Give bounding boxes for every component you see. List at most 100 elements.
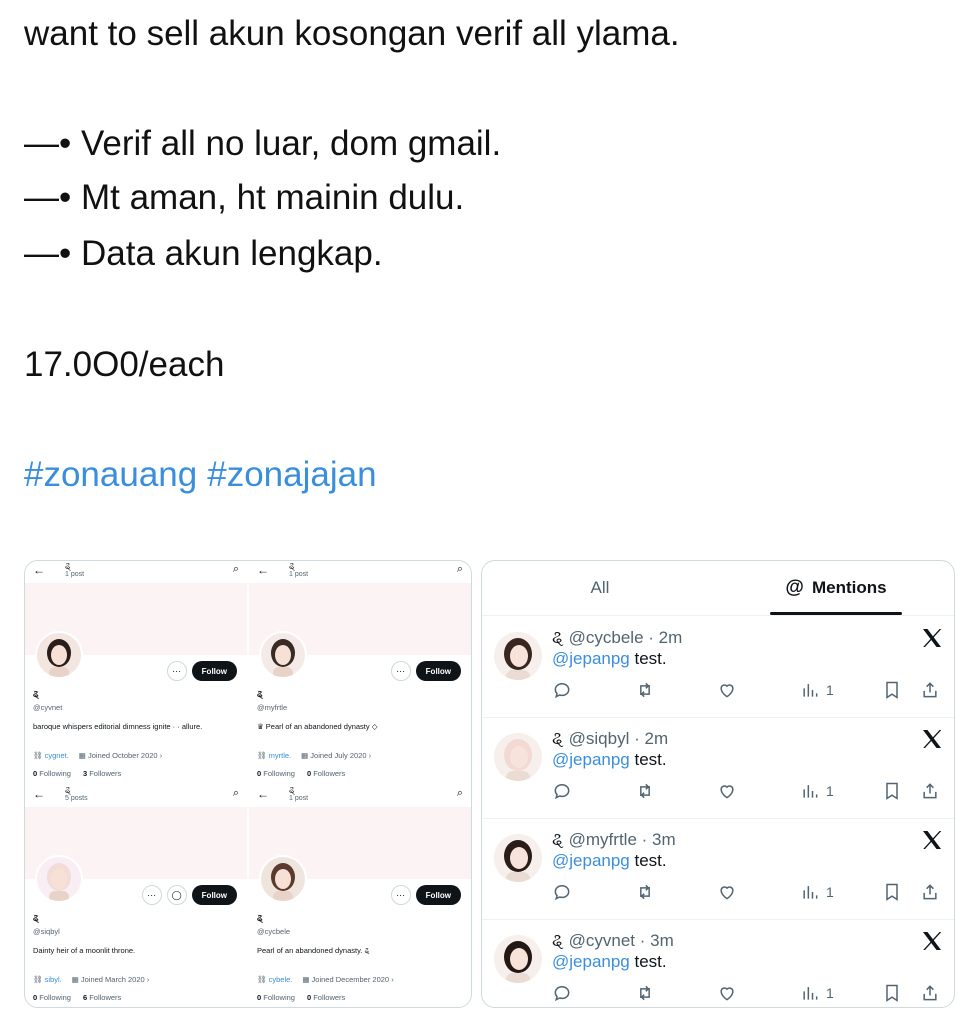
notification-item[interactable]: ୡ @cycbele · 2m @jepanpg test. 1 (482, 616, 954, 718)
retweet-icon[interactable] (635, 781, 655, 801)
avatar[interactable] (494, 632, 542, 680)
views-count: 1 (826, 985, 834, 1001)
media-card-notifications[interactable]: All @ Mentions ୡ @cycbele · 2m @jepanpg t… (481, 560, 955, 1008)
followers-count[interactable]: 6 Followers (83, 993, 121, 1002)
avatar[interactable] (259, 631, 307, 679)
bookmark-icon[interactable] (882, 882, 902, 902)
followers-count[interactable]: 0 Followers (307, 769, 345, 778)
follow-button[interactable]: Follow (191, 885, 237, 905)
like-icon[interactable] (717, 680, 737, 700)
mention-link[interactable]: @jepanpg (552, 952, 630, 971)
display-name[interactable]: ୡ (552, 931, 564, 950)
notification-text: @jepanpg test. (552, 649, 667, 669)
back-arrow-icon[interactable]: ← (257, 787, 269, 801)
follow-button[interactable]: Follow (415, 661, 461, 681)
retweet-icon[interactable] (635, 983, 655, 1003)
x-logo-icon (920, 929, 944, 953)
share-icon[interactable] (920, 680, 940, 700)
followers-count[interactable]: 3 Followers (83, 769, 121, 778)
handle: @myfrtle (257, 703, 288, 712)
tab-mentions[interactable]: @ Mentions (718, 561, 954, 615)
search-icon[interactable]: ⌕ (233, 563, 239, 576)
reply-icon[interactable] (552, 680, 572, 700)
handle: @siqbyl (33, 927, 60, 936)
tab-all[interactable]: All (482, 561, 718, 615)
handle[interactable]: @cycbele (569, 628, 644, 647)
timestamp: · 3m (641, 830, 676, 849)
search-icon[interactable]: ⌕ (457, 787, 463, 800)
display-name[interactable]: ୡ (552, 830, 564, 849)
profile-meta: ⛓ cygnet. ▦ Joined October 2020 › (33, 751, 163, 760)
avatar[interactable] (35, 631, 83, 679)
handle[interactable]: @myfrtle (569, 830, 637, 849)
mention-link[interactable]: @jepanpg (552, 851, 630, 870)
reply-icon[interactable] (552, 983, 572, 1003)
retweet-icon[interactable] (635, 680, 655, 700)
notification-item[interactable]: ୡ @cyvnet · 3m @jepanpg test. 1 (482, 919, 954, 1007)
display-name[interactable]: ୡ (552, 729, 564, 748)
message-icon[interactable]: ◯ (166, 885, 187, 905)
following-count[interactable]: 0 Following (33, 769, 71, 778)
like-icon[interactable] (717, 983, 737, 1003)
profile-myfrtle: ← ୡ 1 post ⌕ ··· Follow ୡ @myfrtle ♛ Pearl of an… (249, 561, 471, 785)
display-name: ୡ (257, 913, 264, 923)
avatar[interactable] (35, 855, 83, 903)
reply-icon[interactable] (552, 882, 572, 902)
more-icon[interactable]: ··· (141, 885, 162, 905)
following-count[interactable]: 0 Following (257, 993, 295, 1002)
views-icon[interactable]: 1 (800, 983, 834, 1003)
notification-item[interactable]: ୡ @siqbyl · 2m @jepanpg test. 1 (482, 717, 954, 819)
avatar[interactable] (494, 935, 542, 983)
media-card-profiles[interactable]: ← ୡ 1 post ⌕ ··· Follow ୡ @cyvnet baroque whispe… (24, 560, 472, 1008)
views-count: 1 (826, 783, 834, 799)
back-arrow-icon[interactable]: ← (33, 787, 45, 801)
profile-link[interactable]: myrtle. (269, 751, 292, 760)
more-icon[interactable]: ··· (390, 885, 411, 905)
views-icon[interactable]: 1 (800, 680, 834, 700)
more-icon[interactable]: ··· (390, 661, 411, 681)
views-icon[interactable]: 1 (800, 882, 834, 902)
timestamp: · 2m (648, 628, 683, 647)
handle[interactable]: @cyvnet (569, 931, 635, 950)
avatar[interactable] (259, 855, 307, 903)
following-count[interactable]: 0 Following (257, 769, 295, 778)
bullet-line: —• Mt aman, ht mainin dulu. (24, 178, 465, 217)
search-icon[interactable]: ⌕ (457, 563, 463, 576)
like-icon[interactable] (717, 882, 737, 902)
share-icon[interactable] (920, 882, 940, 902)
share-icon[interactable] (920, 781, 940, 801)
followers-count[interactable]: 0 Followers (307, 993, 345, 1002)
following-count[interactable]: 0 Following (33, 993, 71, 1002)
mention-link[interactable]: @jepanpg (552, 649, 630, 668)
profile-link[interactable]: cygnet. (45, 751, 69, 760)
bookmark-icon[interactable] (882, 680, 902, 700)
profile-link[interactable]: cybele. (269, 975, 293, 984)
handle[interactable]: @siqbyl (569, 729, 630, 748)
share-icon[interactable] (920, 983, 940, 1003)
back-arrow-icon[interactable]: ← (257, 563, 269, 577)
more-icon[interactable]: ··· (166, 661, 187, 681)
mention-link[interactable]: @jepanpg (552, 750, 630, 769)
bookmark-icon[interactable] (882, 983, 902, 1003)
joined-date: Joined December 2020 (311, 975, 390, 984)
profile-meta: ⛓ cybele. ▦ Joined December 2020 › (257, 975, 394, 984)
back-arrow-icon[interactable]: ← (33, 563, 45, 577)
link-icon: ⛓ (33, 975, 45, 984)
tweet-text: test. (634, 851, 667, 870)
follow-button[interactable]: Follow (191, 661, 237, 681)
reply-icon[interactable] (552, 781, 572, 801)
profile-topbar: ← ୡ 1 post ⌕ (249, 785, 471, 807)
search-icon[interactable]: ⌕ (233, 787, 239, 800)
notification-item[interactable]: ୡ @myfrtle · 3m @jepanpg test. 1 (482, 818, 954, 920)
follow-button[interactable]: Follow (415, 885, 461, 905)
like-icon[interactable] (717, 781, 737, 801)
views-icon[interactable]: 1 (800, 781, 834, 801)
profile-link[interactable]: sibyl. (45, 975, 62, 984)
retweet-icon[interactable] (635, 882, 655, 902)
avatar[interactable] (494, 733, 542, 781)
display-name[interactable]: ୡ (552, 628, 564, 647)
hashtag-link[interactable]: #zonauang (24, 455, 197, 494)
hashtag-link[interactable]: #zonajajan (207, 455, 376, 494)
bookmark-icon[interactable] (882, 781, 902, 801)
avatar[interactable] (494, 834, 542, 882)
